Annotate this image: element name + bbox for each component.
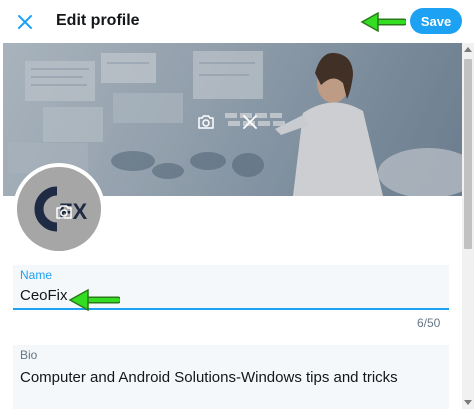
- camera-icon: [198, 115, 214, 129]
- name-input[interactable]: CeoFix: [20, 287, 68, 304]
- close-icon: [243, 115, 257, 129]
- vertical-scrollbar[interactable]: [462, 43, 474, 409]
- arrow-left-icon: [360, 11, 406, 33]
- banner-actions: [193, 109, 263, 135]
- add-banner-photo-button[interactable]: [193, 109, 219, 135]
- close-button[interactable]: [9, 6, 41, 38]
- modal-header: Edit profile Save: [0, 0, 474, 43]
- bio-input[interactable]: Computer and Android Solutions-Windows t…: [20, 369, 398, 386]
- save-button[interactable]: Save: [410, 8, 462, 34]
- chevron-down-icon: [464, 400, 472, 405]
- bio-field[interactable]: Bio Computer and Android Solutions-Windo…: [13, 345, 449, 409]
- scroll-up-arrow[interactable]: [462, 43, 474, 55]
- page-title: Edit profile: [56, 12, 140, 29]
- chevron-up-icon: [464, 47, 472, 52]
- remove-banner-button[interactable]: [237, 109, 263, 135]
- arrow-left-icon: [68, 288, 120, 312]
- name-character-counter: 6/50: [417, 316, 441, 330]
- bio-field-label: Bio: [20, 348, 38, 362]
- add-avatar-photo-button[interactable]: [54, 202, 74, 222]
- close-icon: [18, 15, 32, 29]
- camera-icon: [56, 205, 72, 219]
- name-field-label: Name: [20, 268, 53, 282]
- scrollbar-thumb[interactable]: [464, 59, 472, 249]
- scroll-down-arrow[interactable]: [462, 397, 474, 409]
